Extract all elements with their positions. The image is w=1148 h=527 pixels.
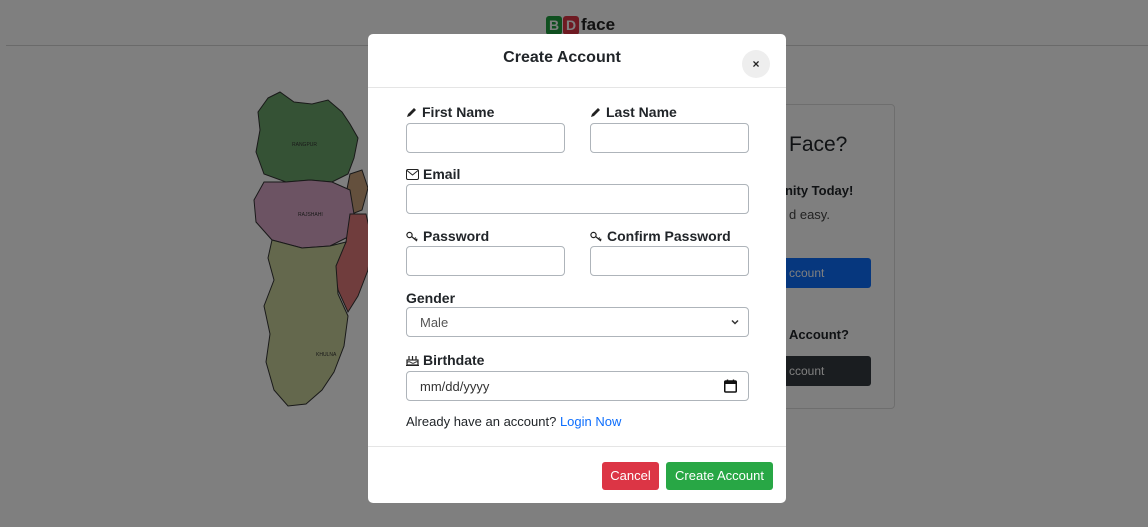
- calendar-icon[interactable]: [724, 379, 737, 393]
- email-input[interactable]: [406, 184, 749, 214]
- key-icon: [590, 231, 602, 241]
- confirm-password-input[interactable]: [590, 246, 749, 276]
- modal-footer: Cancel Create Account: [368, 446, 786, 503]
- create-account-button[interactable]: Create Account: [666, 462, 773, 490]
- email-label: Email: [406, 166, 460, 182]
- password-input[interactable]: [406, 246, 565, 276]
- confirm-password-label: Confirm Password: [590, 228, 731, 244]
- birthdate-label-text: Birthdate: [423, 352, 485, 368]
- birthdate-label: Birthdate: [406, 352, 484, 368]
- password-label: Password: [406, 228, 489, 244]
- last-name-label: Last Name: [590, 104, 677, 120]
- email-label-text: Email: [423, 166, 461, 182]
- cake-icon: [406, 356, 419, 366]
- birthdate-placeholder: mm/dd/yyyy: [420, 379, 490, 394]
- gender-label: Gender: [406, 290, 455, 306]
- close-button[interactable]: ×: [742, 50, 770, 78]
- chevron-down-icon: [731, 319, 739, 325]
- pencil-icon: [591, 108, 600, 117]
- key-icon: [406, 231, 418, 241]
- last-name-input[interactable]: [590, 123, 749, 153]
- envelope-icon: [406, 168, 419, 180]
- login-now-link[interactable]: Login Now: [560, 414, 621, 429]
- gender-label-text: Gender: [406, 290, 456, 306]
- cancel-button[interactable]: Cancel: [602, 462, 659, 490]
- already-have-account: Already have an account? Login Now: [406, 414, 621, 429]
- password-label-text: Password: [423, 228, 490, 244]
- modal-header: Create Account ×: [368, 34, 786, 88]
- confirm-password-label-text: Confirm Password: [607, 228, 731, 244]
- gender-select[interactable]: Male: [406, 307, 749, 337]
- first-name-label-text: First Name: [422, 104, 495, 120]
- modal-title: Create Account: [503, 49, 621, 66]
- last-name-label-text: Last Name: [606, 104, 677, 120]
- already-text: Already have an account?: [406, 414, 557, 429]
- create-account-modal: Create Account × First Name Last Name Em…: [368, 34, 786, 503]
- first-name-label: First Name: [406, 104, 494, 120]
- birthdate-input[interactable]: mm/dd/yyyy: [406, 371, 749, 401]
- pencil-icon: [407, 108, 416, 117]
- gender-selected-value: Male: [420, 315, 449, 330]
- first-name-input[interactable]: [406, 123, 565, 153]
